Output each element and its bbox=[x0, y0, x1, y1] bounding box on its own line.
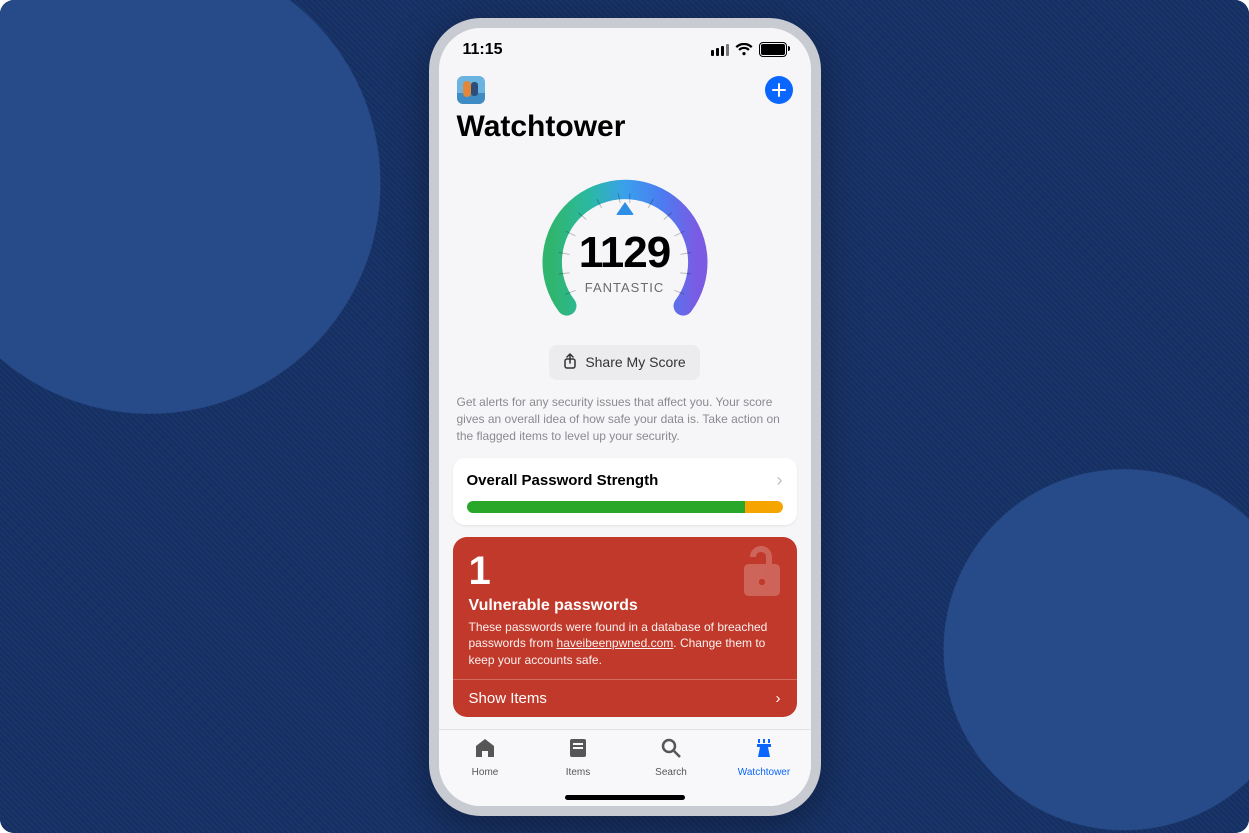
show-items-label: Show Items bbox=[469, 690, 547, 707]
status-bar: 11:15 bbox=[439, 28, 811, 72]
content: 1129 FANTASTIC Share My Score Get alerts… bbox=[439, 150, 811, 729]
description-text: Get alerts for any security issues that … bbox=[439, 380, 811, 458]
show-items-button[interactable]: Show Items › bbox=[453, 679, 797, 717]
header: Watchtower bbox=[439, 72, 811, 150]
cellular-icon bbox=[711, 44, 729, 56]
strength-bar bbox=[467, 501, 783, 513]
background: 11:15 Watchtower bbox=[0, 0, 1249, 833]
home-icon bbox=[473, 736, 497, 765]
add-button[interactable] bbox=[765, 76, 793, 104]
strength-segment-weak bbox=[745, 501, 783, 513]
alert-text: These passwords were found in a database… bbox=[469, 619, 781, 669]
status-time: 11:15 bbox=[463, 41, 503, 59]
share-score-button[interactable]: Share My Score bbox=[549, 345, 699, 380]
score-rating: FANTASTIC bbox=[530, 280, 720, 295]
battery-icon bbox=[759, 42, 787, 57]
strength-card-title: Overall Password Strength bbox=[467, 472, 659, 489]
tab-items[interactable]: Items bbox=[543, 736, 613, 778]
topbar bbox=[457, 72, 793, 108]
phone-frame: 11:15 Watchtower bbox=[429, 18, 821, 816]
share-button-label: Share My Score bbox=[585, 354, 685, 370]
tab-search[interactable]: Search bbox=[636, 736, 706, 778]
chevron-right-icon: › bbox=[777, 470, 783, 491]
vulnerable-passwords-card: 1 Vulnerable passwords These passwords w… bbox=[453, 537, 797, 717]
share-icon bbox=[563, 353, 577, 372]
score-value: 1129 bbox=[530, 228, 720, 278]
password-strength-card[interactable]: Overall Password Strength › bbox=[453, 458, 797, 525]
tab-watchtower-label: Watchtower bbox=[738, 767, 790, 778]
phone-screen: 11:15 Watchtower bbox=[439, 28, 811, 806]
alert-link[interactable]: haveibeenpwned.com bbox=[557, 636, 674, 650]
score-section: 1129 FANTASTIC Share My Score bbox=[439, 150, 811, 380]
strength-segment-strong bbox=[467, 501, 745, 513]
chevron-right-icon: › bbox=[776, 690, 781, 707]
tab-items-label: Items bbox=[566, 767, 590, 778]
tab-search-label: Search bbox=[655, 767, 687, 778]
gauge-pointer-icon bbox=[616, 202, 634, 215]
tab-home[interactable]: Home bbox=[450, 736, 520, 778]
status-icons bbox=[711, 42, 787, 57]
tab-watchtower[interactable]: Watchtower bbox=[729, 736, 799, 778]
unlocked-icon bbox=[735, 539, 789, 606]
watchtower-icon bbox=[752, 736, 776, 765]
tab-home-label: Home bbox=[472, 767, 499, 778]
page-title: Watchtower bbox=[457, 110, 793, 144]
wifi-icon bbox=[735, 43, 753, 57]
items-icon bbox=[566, 736, 590, 765]
home-indicator bbox=[565, 795, 685, 800]
account-avatar[interactable] bbox=[457, 76, 485, 104]
score-gauge: 1129 FANTASTIC bbox=[530, 170, 720, 335]
search-icon bbox=[659, 736, 683, 765]
